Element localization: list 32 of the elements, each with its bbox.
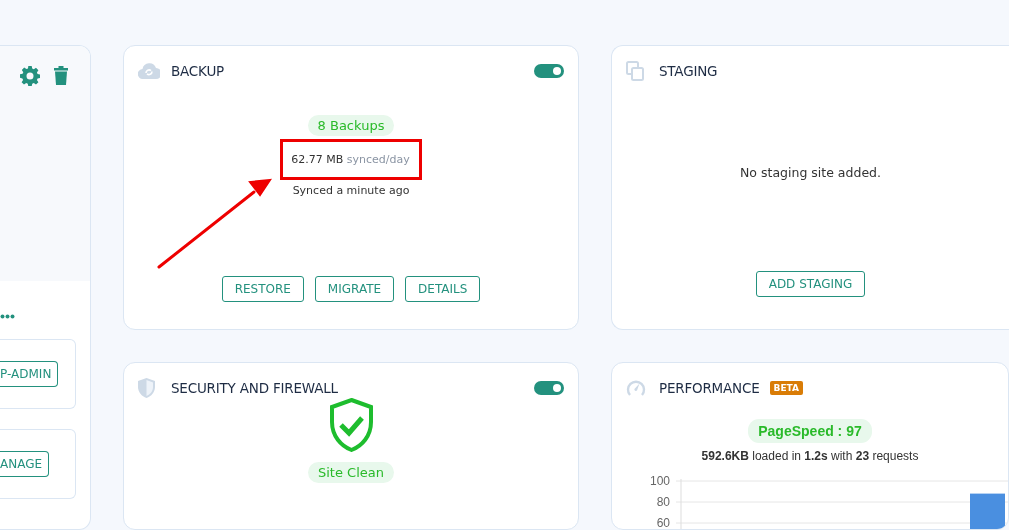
toggle-switch[interactable] [534,64,564,78]
card-title: STAGING [659,63,718,79]
load-summary: 592.6KB loaded in 1.2s with 23 requests [701,449,919,463]
action-button[interactable]: ADD STAGING [755,271,866,297]
action-button[interactable]: MIGRATE [314,276,395,302]
axis-label: 100 [649,474,670,488]
sync-status: Synced a minute ago [292,184,410,197]
action-button[interactable]: RESTORE [221,276,304,302]
copy-icon [626,61,644,81]
sync-size: 62.77 MB synced/day [291,153,410,166]
shield-check-icon [328,398,374,452]
settings-icon[interactable] [20,66,40,86]
axis-label: 60 [656,516,670,529]
pagespeed-score: PageSpeed : 97 [748,419,872,443]
action-button[interactable]: ANAGE [0,451,50,477]
gauge-icon [626,379,646,397]
beta-badge: BETA [769,381,803,395]
more-icon[interactable] [0,314,15,319]
card-title: PERFORMANCE [659,380,760,396]
axis-label: 80 [656,495,670,509]
card-title: BACKUP [171,63,224,79]
empty-message: No staging site added. [740,165,881,180]
backup-count: 8 Backups [307,115,395,136]
delete-icon[interactable] [54,66,68,85]
action-button[interactable]: P-ADMIN [0,361,59,387]
shield-icon [138,378,155,398]
card-title: SECURITY AND FIREWALL [171,380,338,396]
toggle-switch[interactable] [534,381,564,395]
chart-bar [970,493,1005,529]
cloud-sync-icon [138,63,160,79]
action-button[interactable]: DETAILS [405,276,481,302]
status-badge: Site Clean [308,462,394,483]
